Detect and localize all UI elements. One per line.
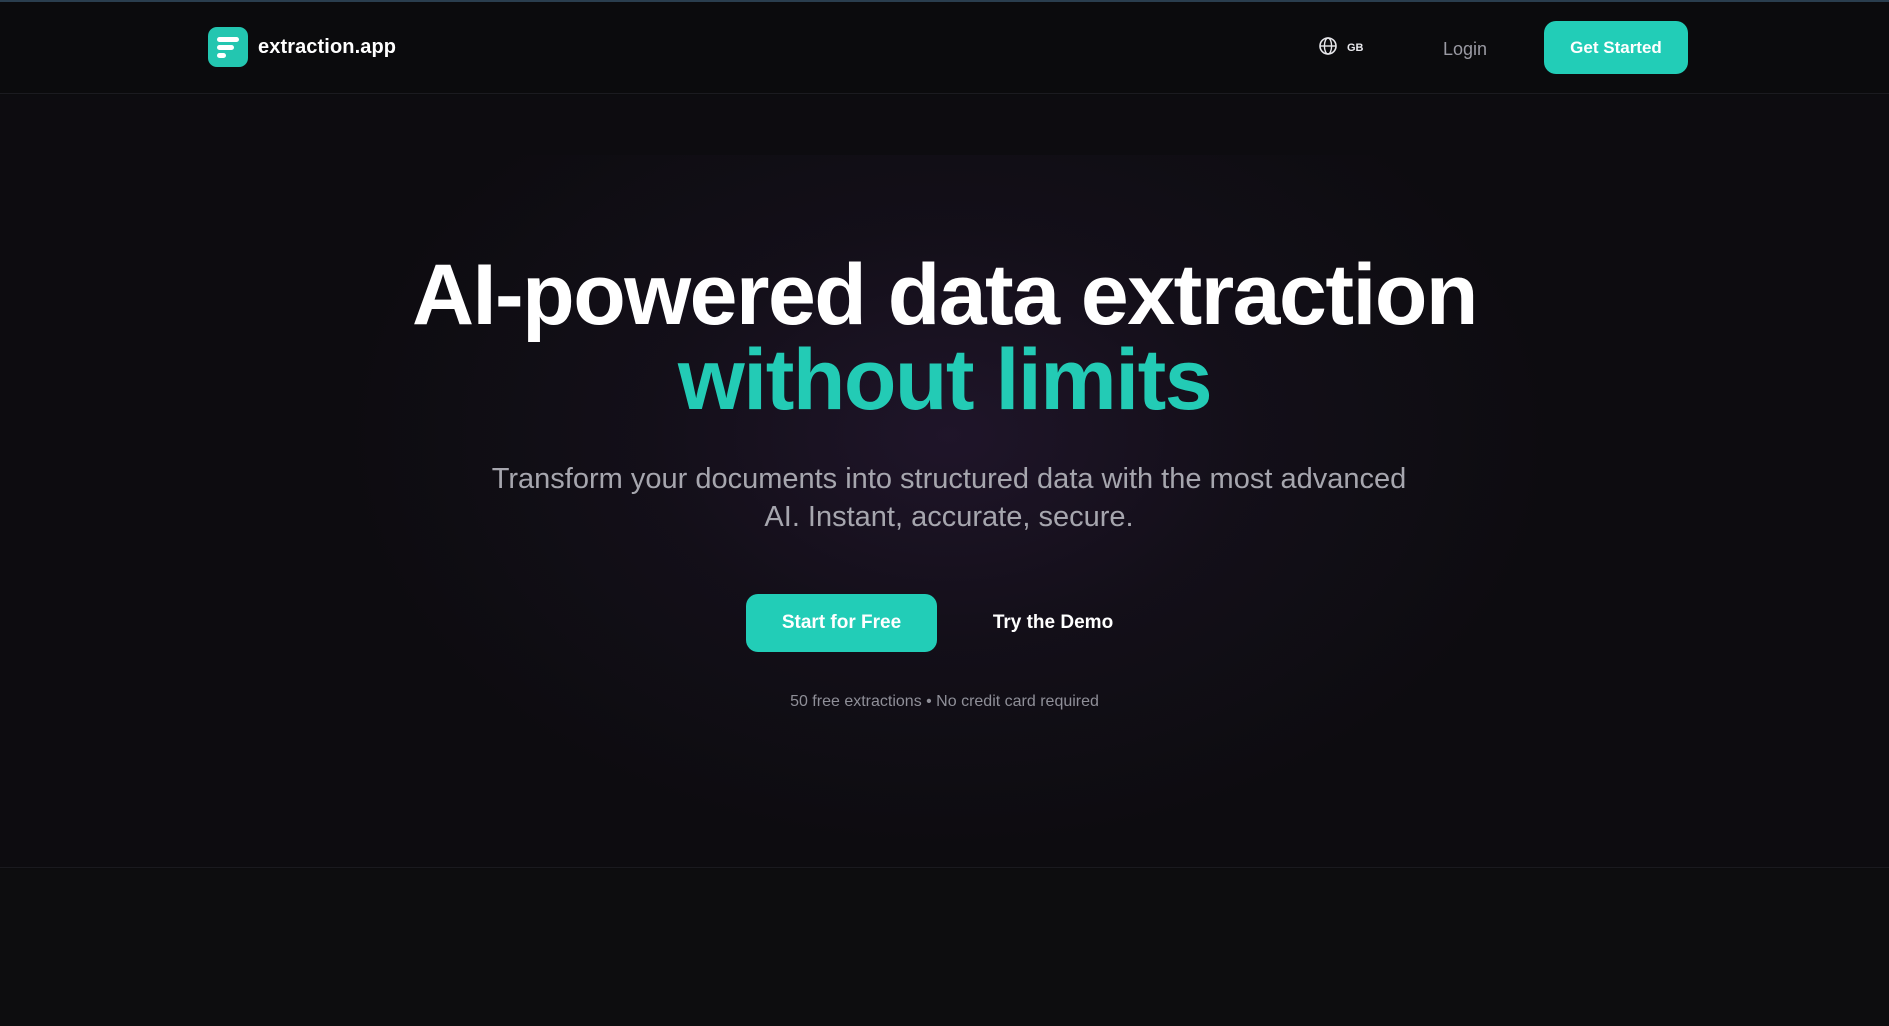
- start-for-free-button[interactable]: Start for Free: [746, 594, 937, 652]
- globe-icon: [1319, 37, 1337, 55]
- hero-section: AI-powered data extraction without limit…: [0, 95, 1889, 868]
- document-lines-icon: [208, 27, 248, 67]
- top-navbar: extraction.app GB Login Get Started: [0, 2, 1889, 94]
- try-demo-button[interactable]: Try the Demo: [968, 594, 1138, 652]
- language-selector[interactable]: GB: [1318, 36, 1364, 56]
- get-started-button[interactable]: Get Started: [1544, 21, 1688, 74]
- hero-subtitle: Transform your documents into structured…: [491, 463, 1407, 533]
- hero-note: 50 free extractions • No credit card req…: [790, 693, 1099, 710]
- hero-headline-accent: without limits: [677, 332, 1213, 428]
- below-fold-section: [0, 869, 1889, 1026]
- login-link[interactable]: Login: [1443, 39, 1487, 60]
- language-code: GB: [1347, 42, 1364, 54]
- logo-text: extraction.app: [258, 35, 397, 58]
- page: extraction.app GB Login Get Started AI-p…: [0, 0, 1889, 1026]
- logo-link[interactable]: extraction.app: [208, 27, 396, 67]
- hero-headline: AI-powered data extraction: [412, 247, 1478, 343]
